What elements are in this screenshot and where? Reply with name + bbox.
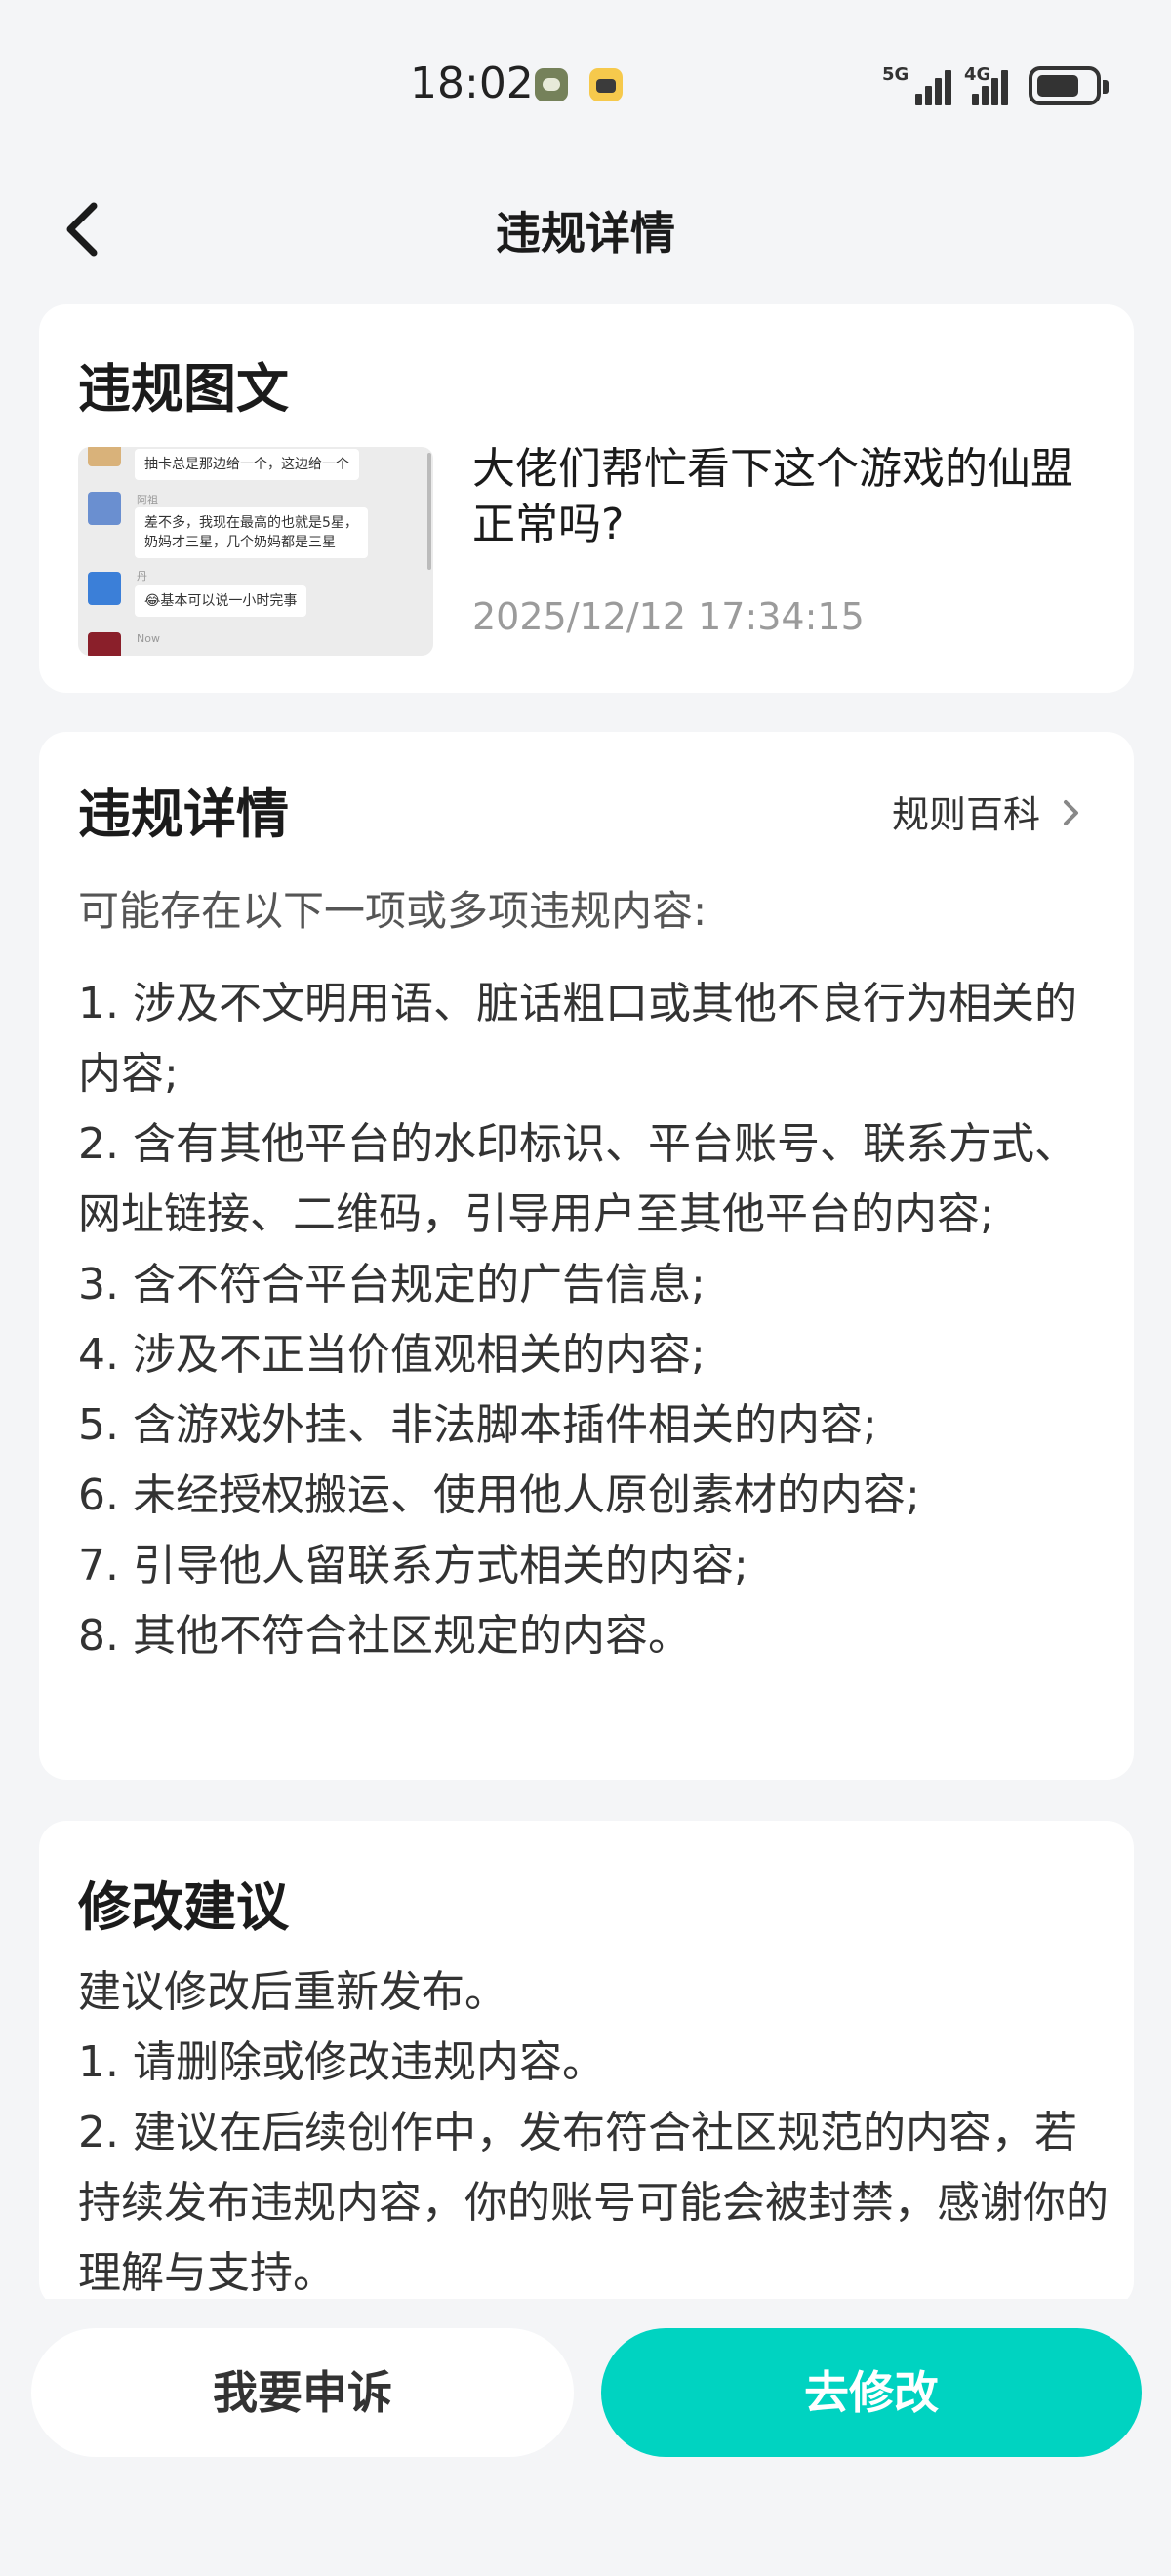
status-bar: 18:02 5G 4G (0, 0, 1171, 171)
appeal-button[interactable]: 我要申诉 (31, 2328, 574, 2457)
violation-item: 2. 含有其他平台的水印标识、平台账号、联系方式、网址链接、二维码，引导用户至其… (78, 1119, 1077, 1239)
violation-item: 8. 其他不符合社区规定的内容。 (78, 1611, 691, 1661)
violation-item: 6. 未经授权搬运、使用他人原创素材的内容; (78, 1470, 920, 1520)
signal-5g-label: 5G (882, 64, 909, 85)
thumb-chat-name: 阿祖 (137, 494, 158, 506)
post-title: 大佬们帮忙看下这个游戏的仙盟正常吗? (472, 444, 1073, 549)
suggestion-line: 建议修改后重新发布。 (78, 1967, 507, 2017)
thumb-chat-bubble: 差不多，我现在最高的也就是5星， 奶妈才三星，几个奶妈都是三星 (135, 507, 368, 558)
violation-item: 7. 引导他人留联系方式相关的内容; (78, 1541, 748, 1590)
thumb-chat-name: Now (137, 632, 160, 645)
edit-button[interactable]: 去修改 (601, 2328, 1142, 2457)
post-card[interactable]: 违规图文 抽卡总是那边给一个，这边给一个 阿祖 差不多，我现在最高的也就是5星，… (39, 304, 1134, 693)
battery-icon (1029, 66, 1109, 105)
signal-4g-icon: 4G (964, 64, 1030, 107)
thumb-chat-name: 丹 (137, 570, 147, 583)
suggestion-card: 修改建议 建议修改后重新发布。 1. 请删除或修改违规内容。 2. 建议在后续创… (39, 1821, 1134, 2309)
post-section-title: 违规图文 (78, 358, 289, 420)
status-time: 18:02 (410, 59, 534, 108)
signal-5g-icon: 5G (882, 64, 951, 107)
suggestion-line: 2. 建议在后续创作中，发布符合社区规范的内容，若持续发布违规内容，你的账号可能… (78, 2108, 1109, 2298)
violation-item: 3. 含不符合平台规定的广告信息; (78, 1260, 706, 1309)
thumb-chat-line: 奶妈才三星，几个奶妈都是三星 (144, 535, 336, 550)
rules-wiki-label: 规则百科 (891, 793, 1040, 836)
details-section-title: 违规详情 (78, 784, 289, 845)
thumb-chat-line: 差不多，我现在最高的也就是5星， (144, 515, 358, 531)
violation-details-card: 违规详情 规则百科 可能存在以下一项或多项违规内容: 1. 涉及不文明用语、脏话… (39, 732, 1134, 1780)
page-title: 违规详情 (496, 207, 675, 260)
details-intro: 可能存在以下一项或多项违规内容: (78, 887, 707, 935)
post-thumbnail: 抽卡总是那边给一个，这边给一个 阿祖 差不多，我现在最高的也就是5星， 奶妈才三… (78, 447, 433, 656)
violation-item: 4. 涉及不正当价值观相关的内容; (78, 1330, 706, 1380)
post-timestamp: 2025/12/12 17:34:15 (472, 595, 865, 638)
nav-bar: 违规详情 (0, 171, 1171, 283)
wechat-notification-icon (535, 68, 568, 101)
thumb-chat-line: 😂基本可以说一小时完事 (135, 585, 307, 617)
suggestion-body: 建议修改后重新发布。 1. 请删除或修改违规内容。 2. 建议在后续创作中，发布… (78, 1957, 1112, 2309)
violation-item: 1. 涉及不文明用语、脏话粗口或其他不良行为相关的内容; (78, 979, 1077, 1099)
violation-item: 5. 含游戏外挂、非法脚本插件相关的内容; (78, 1400, 877, 1450)
signal-4g-label: 4G (964, 64, 991, 85)
bilibili-notification-icon (589, 68, 623, 101)
violation-list: 1. 涉及不文明用语、脏话粗口或其他不良行为相关的内容; 2. 含有其他平台的水… (78, 969, 1112, 1671)
rules-wiki-link[interactable]: 规则百科 (892, 785, 1081, 838)
suggestion-section-title: 修改建议 (78, 1876, 289, 1938)
bottom-action-bar: 我要申诉 去修改 (0, 2299, 1171, 2576)
chevron-right-icon (1064, 800, 1078, 825)
thumb-chat-line: 抽卡总是那边给一个，这边给一个 (135, 449, 359, 480)
suggestion-line: 1. 请删除或修改违规内容。 (78, 2037, 605, 2087)
